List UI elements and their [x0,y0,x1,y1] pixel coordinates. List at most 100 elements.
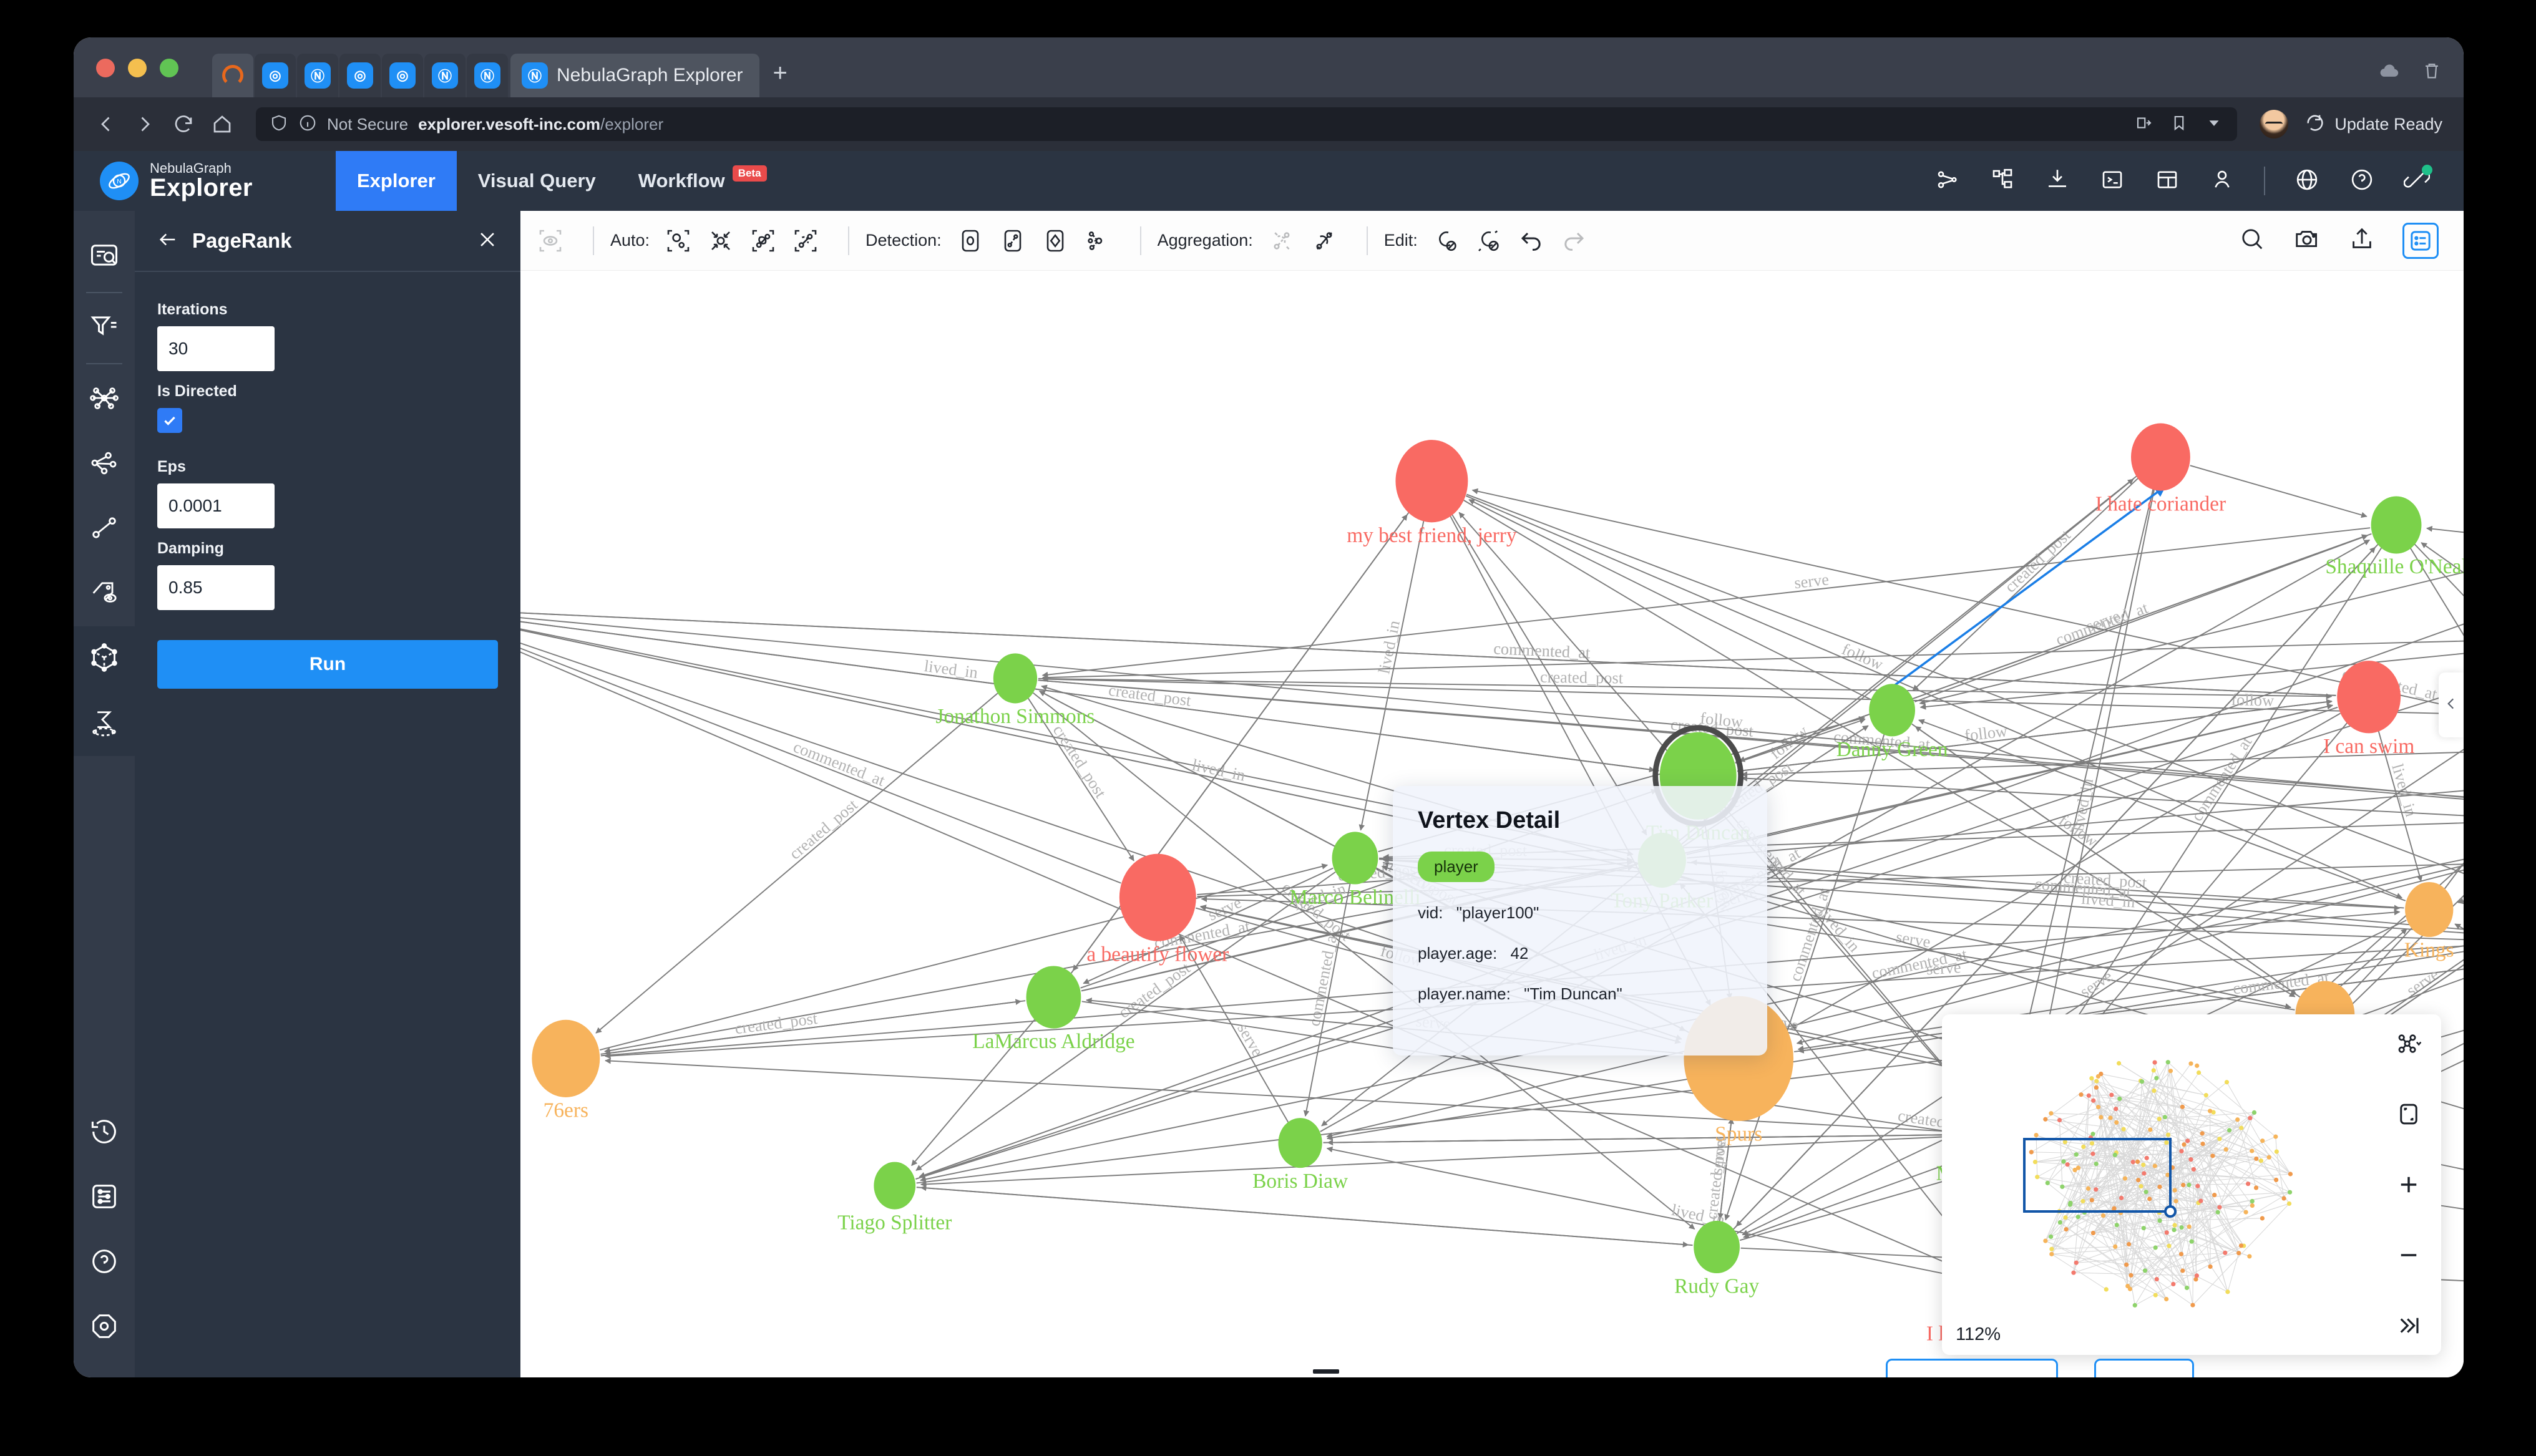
minimap-canvas[interactable]: 112% [1942,1014,2376,1355]
app-nav-tabs[interactable]: Explorer Visual Query Workflow Beta [336,151,788,211]
left-rail-bottom[interactable] [74,1100,135,1377]
browser-tab[interactable]: Ⓝ [297,54,338,97]
graph-node[interactable]: I can swim [2323,661,2414,758]
sidebar-item-search-card[interactable] [74,225,135,289]
sidebar-item-filter[interactable] [74,296,135,361]
sidebar-item-path-share[interactable] [74,432,135,497]
graph-node[interactable]: Shaquille O'Neal [2325,496,2464,578]
graph-node[interactable]: I hate coriander [2095,423,2226,516]
address-bar[interactable]: Not Secure explorer.vesoft-inc.com/explo… [256,107,2238,141]
bottom-button-secondary[interactable] [2094,1359,2194,1377]
graph-node[interactable]: LaMarcus Aldridge [972,966,1135,1053]
close-icon[interactable] [477,229,498,253]
maximize-window-button[interactable] [160,59,178,77]
add-link-icon[interactable] [1430,225,1463,257]
browser-tab[interactable]: ◎ [255,54,296,97]
auto-expand-edge-icon[interactable] [747,225,779,257]
tree-icon[interactable] [1989,167,2016,196]
help-icon[interactable] [2349,167,2375,196]
remove-link-icon[interactable] [1473,225,1505,257]
table-icon[interactable] [2154,167,2180,196]
search-icon[interactable] [2238,225,2266,256]
tab-workflow[interactable]: Workflow Beta [617,151,788,211]
sidebar-item-expand-graph[interactable] [74,367,135,432]
console-icon[interactable] [2099,167,2125,196]
eps-input[interactable] [157,483,275,528]
toolbar-right-icons[interactable] [2238,222,2464,259]
arrow-left-icon[interactable] [157,229,178,253]
import-icon[interactable] [2044,167,2070,196]
collapse-right-icon[interactable] [2396,1313,2422,1339]
detect-star-icon[interactable] [1081,225,1114,257]
sidebar-item-history[interactable] [74,1100,135,1165]
sidebar-item-edge-line[interactable] [74,497,135,561]
browser-tab[interactable]: Ⓝ [467,54,508,97]
window-controls[interactable] [96,59,178,77]
browser-tab[interactable] [212,54,253,97]
app-header-icons[interactable] [1934,164,2464,196]
extension-icon[interactable] [2135,114,2153,135]
camera-icon[interactable] [2293,225,2321,256]
bookmark-icon[interactable] [2170,114,2188,135]
damping-input[interactable] [157,565,275,610]
graph-toolbar[interactable]: Auto: Detection: Aggregation: Edit: [520,211,2464,271]
schema-icon[interactable] [1934,167,1961,196]
zoom-out-icon[interactable] [2396,1242,2422,1268]
undo-icon[interactable] [1515,225,1548,257]
detect-edge-icon[interactable] [997,225,1029,257]
minimap[interactable]: 112% [1942,1014,2441,1355]
graph-node[interactable]: 76ers [532,1019,600,1122]
sidebar-item-gear[interactable] [74,1295,135,1360]
forward-button[interactable] [134,113,156,135]
brand-logo-block[interactable]: N NebulaGraph Explorer [74,162,336,200]
new-tab-button[interactable]: + [773,59,788,87]
graph-node[interactable]: Kings [2404,881,2454,962]
sidebar-item-tag-view[interactable] [74,561,135,626]
cloud-icon[interactable] [2379,60,2400,84]
globe-icon[interactable] [2294,167,2320,196]
zoom-in-icon[interactable] [2396,1172,2422,1198]
active-browser-tab[interactable]: Ⓝ NebulaGraph Explorer [510,54,759,97]
aggregate-expand-icon[interactable] [1308,225,1340,257]
run-button[interactable]: Run [157,640,498,689]
avatar[interactable] [2260,110,2289,138]
auto-collapse-icon[interactable] [705,225,737,257]
home-button[interactable] [211,113,233,135]
minimap-svg[interactable] [1942,1014,2376,1355]
update-ready-button[interactable]: Update Ready [2304,112,2442,137]
detect-ring-icon[interactable] [1039,225,1071,257]
export-icon[interactable] [2348,225,2376,256]
browser-tab[interactable]: ◎ [382,54,423,97]
bottom-button-primary[interactable] [1886,1359,2058,1377]
info-icon[interactable] [298,114,317,135]
connection-icon[interactable] [2403,164,2432,196]
layout-icon[interactable] [2396,1031,2422,1057]
close-window-button[interactable] [96,59,115,77]
sidebar-item-algorithm[interactable] [74,691,135,756]
auto-select-icon[interactable] [662,225,695,257]
users-icon[interactable] [2209,167,2235,196]
browser-tab[interactable]: Ⓝ [424,54,466,97]
browser-tab[interactable]: ◎ [339,54,381,97]
minimize-window-button[interactable] [128,59,147,77]
tab-visual-query[interactable]: Visual Query [457,151,617,211]
panel-resize-handle[interactable] [1313,1369,1339,1377]
detail-list-icon[interactable] [2402,222,2439,259]
graph-node[interactable]: my best friend, jerry [1347,440,1517,547]
bottom-action-buttons[interactable] [1886,1359,2194,1377]
back-button[interactable] [95,113,117,135]
auto-dashed-edge-icon[interactable] [789,225,822,257]
detect-vertex-icon[interactable] [954,225,987,257]
is-directed-checkbox[interactable] [157,408,182,433]
reload-button[interactable] [172,113,195,135]
sidebar-item-help[interactable] [74,1230,135,1295]
trash-icon[interactable] [2421,60,2442,84]
iterations-input[interactable] [157,326,275,371]
browser-tabs[interactable]: ◎ Ⓝ ◎ ◎ Ⓝ Ⓝ Ⓝ NebulaGraph Explorer + [212,37,788,97]
minimap-controls[interactable] [2376,1014,2441,1355]
fit-screen-icon[interactable] [2396,1101,2422,1127]
sidebar-item-cube-graph[interactable] [74,626,135,691]
graph-node[interactable]: Boris Diaw [1252,1118,1348,1193]
panel-collapse-tab[interactable] [2439,672,2464,737]
chevron-down-icon[interactable] [2205,114,2223,135]
